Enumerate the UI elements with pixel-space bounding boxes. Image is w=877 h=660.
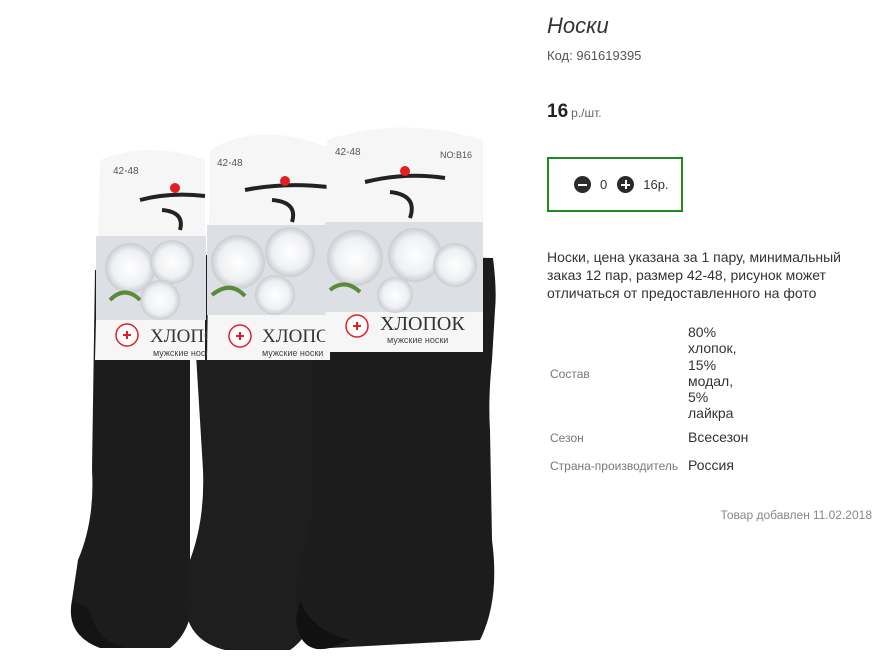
tag-1-sub: мужские носки <box>153 348 214 358</box>
composition-line: лайкра <box>688 405 734 422</box>
tag-3-size: 42-48 <box>335 147 361 158</box>
date-added: Товар добавлен 11.02.2018 <box>720 508 872 522</box>
tag-3-sub: мужские носки <box>387 335 448 345</box>
tag-2-size: 42-48 <box>217 158 243 169</box>
tag-1-size: 42-48 <box>113 166 139 177</box>
spec-label-composition: Состав <box>550 367 590 381</box>
price-value: 16 <box>547 101 569 122</box>
tag-3-brand: ХЛОПОК <box>380 313 465 335</box>
quantity-total: 16р. <box>643 177 669 192</box>
product-code: Код: 961619395 <box>547 48 641 63</box>
minus-circle-icon[interactable] <box>574 176 591 193</box>
date-added-value: 11.02.2018 <box>812 508 872 522</box>
composition-line: хлопок, <box>688 340 737 357</box>
tag-2-sub: мужские носки <box>262 348 323 358</box>
product-title: Носки <box>547 13 609 38</box>
product-tag-3: ХЛОПОК мужские носки 42-48 NO:B16 <box>325 127 483 352</box>
quantity-box: 0 16р. <box>547 157 683 212</box>
product-tag-2: ХЛОПОК мужские носки 42-48 <box>207 134 343 360</box>
composition-line: 80% <box>688 324 717 340</box>
price-unit: р./шт. <box>571 106 602 120</box>
product-code-value: 961619395 <box>576 48 642 63</box>
quantity-value: 0 <box>600 177 608 192</box>
product-description: Носки, цена указана за 1 пару, минимальн… <box>547 249 841 301</box>
spec-value-country: Россия <box>688 457 734 473</box>
date-added-label: Товар добавлен <box>720 508 810 522</box>
plus-circle-icon[interactable] <box>617 176 635 193</box>
composition-line: 15% <box>688 356 717 373</box>
spec-value-season: Всесезон <box>688 429 749 445</box>
spec-value-composition: 80% хлопок, 15% модал, 5% лайкра <box>688 324 737 422</box>
product-price: 16 р./шт. <box>547 101 602 123</box>
product-image: ХЛОПОК мужские носки 42-48 ХЛОПОК мужски… <box>70 127 496 650</box>
composition-line: 5% <box>688 389 709 406</box>
composition-line: модал, <box>688 372 734 389</box>
spec-label-country: Страна-производитель <box>550 459 679 473</box>
product-code-label: Код: <box>547 48 573 63</box>
tag-3-model: NO:B16 <box>440 150 472 160</box>
spec-label-season: Сезон <box>550 431 584 445</box>
